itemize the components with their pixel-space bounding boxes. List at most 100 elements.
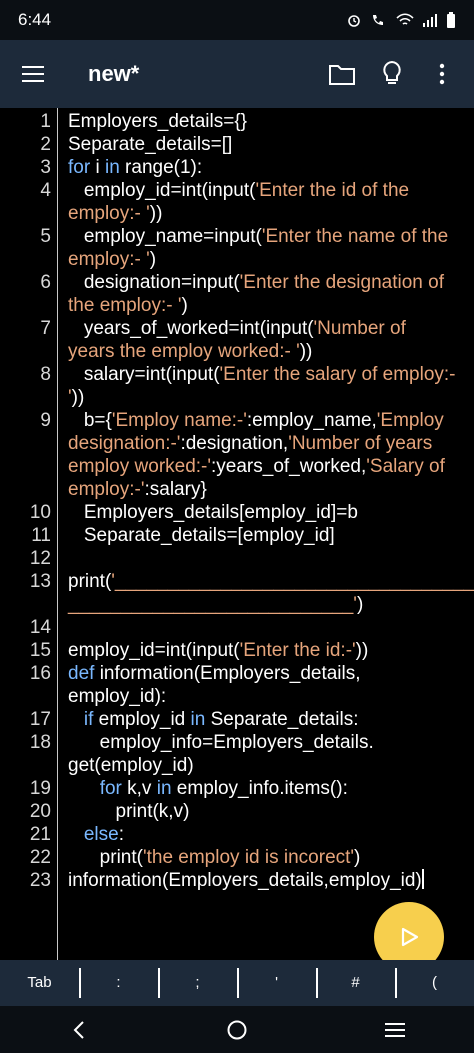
code-line[interactable]: def information(Employers_details, bbox=[68, 662, 470, 685]
battery-icon bbox=[447, 12, 455, 28]
code-line[interactable]: Separate_details=[employ_id] bbox=[68, 524, 470, 547]
home-icon[interactable] bbox=[217, 1010, 257, 1050]
code-string: 'Number of bbox=[313, 318, 406, 339]
code-text: Employers_details[employ_id]=b bbox=[68, 502, 358, 523]
wifi-call-icon bbox=[373, 15, 383, 25]
code-keyword: in bbox=[104, 157, 120, 178]
code-string: designation:-' bbox=[68, 433, 181, 454]
line-number: 3 bbox=[40, 157, 51, 178]
code-string: 'Employ bbox=[376, 410, 444, 431]
code-string: ___________________________' bbox=[68, 594, 357, 615]
code-string: 'Salary of bbox=[366, 456, 445, 477]
code-string: 'Enter the salary of employ:- bbox=[219, 364, 456, 385]
code-text: :years_of_worked, bbox=[211, 456, 367, 477]
back-icon[interactable] bbox=[59, 1010, 99, 1050]
line-number: 13 bbox=[29, 571, 51, 592]
code-text: employ_id=int(input( bbox=[68, 180, 256, 201]
status-icons bbox=[346, 11, 456, 29]
line-number: 16 bbox=[29, 663, 51, 684]
code-line[interactable]: employ worked:-':years_of_worked,'Salary… bbox=[68, 455, 470, 478]
code-line[interactable]: else: bbox=[68, 823, 470, 846]
code-line[interactable]: employ_id=int(input('Enter the id of the bbox=[68, 179, 470, 202]
line-number: 6 bbox=[40, 272, 51, 293]
code-line[interactable]: employ_id=int(input('Enter the id:-')) bbox=[68, 639, 470, 662]
code-text: employ_name=input( bbox=[68, 226, 262, 247]
lightbulb-icon[interactable] bbox=[374, 56, 410, 92]
code-line[interactable]: employ_name=input('Enter the name of the bbox=[68, 225, 470, 248]
code-line[interactable]: designation=input('Enter the designation… bbox=[68, 271, 470, 294]
folder-icon[interactable] bbox=[324, 56, 360, 92]
line-number: 1 bbox=[40, 111, 51, 132]
code-line[interactable]: employ:- ')) bbox=[68, 202, 470, 225]
code-string: employ:-' bbox=[68, 479, 145, 500]
code-text: Employers_details={} bbox=[68, 111, 248, 132]
code-string: employ:- ' bbox=[68, 249, 150, 270]
code-text: )) bbox=[71, 387, 85, 408]
hamburger-menu-icon[interactable] bbox=[14, 52, 58, 96]
code-line[interactable]: Employers_details={} bbox=[68, 110, 470, 133]
more-vertical-icon[interactable] bbox=[424, 56, 460, 92]
code-string: 'Enter the id of the bbox=[255, 180, 410, 201]
code-line[interactable]: print(k,v) bbox=[68, 800, 470, 823]
code-text: i bbox=[90, 157, 105, 178]
code-string: 'Employ name:-' bbox=[111, 410, 247, 431]
code-text: k,v bbox=[121, 778, 157, 799]
code-line[interactable]: employ_info=Employers_details. bbox=[68, 731, 470, 754]
code-text: salary=int(input( bbox=[68, 364, 220, 385]
code-line[interactable]: for i in range(1): bbox=[68, 156, 470, 179]
code-line[interactable]: b={'Employ name:-':employ_name,'Employ bbox=[68, 409, 470, 432]
line-number: 15 bbox=[29, 640, 51, 661]
line-number: 2 bbox=[40, 134, 51, 155]
key-tab[interactable]: Tab bbox=[0, 960, 79, 1006]
code-line[interactable]: employ_id): bbox=[68, 685, 470, 708]
recents-icon[interactable] bbox=[375, 1010, 415, 1050]
line-number: 10 bbox=[29, 502, 51, 523]
alarm-icon bbox=[348, 15, 360, 27]
line-number: 17 bbox=[29, 709, 51, 730]
code-text: Separate_details: bbox=[205, 709, 359, 730]
code-text: )) bbox=[149, 203, 163, 224]
code-string: 'Number of years bbox=[288, 433, 433, 454]
key-semicolon[interactable]: ; bbox=[158, 960, 237, 1006]
code-line[interactable]: designation:-':designation,'Number of ye… bbox=[68, 432, 470, 455]
code-text: employ_id=int(input( bbox=[68, 640, 240, 661]
code-text: Separate_details=[] bbox=[68, 134, 233, 155]
line-number: 8 bbox=[40, 364, 51, 385]
code-text: :designation, bbox=[180, 433, 289, 454]
code-string: 'Enter the designation of bbox=[239, 272, 444, 293]
code-line[interactable]: print('_________________________________… bbox=[68, 570, 474, 593]
code-line[interactable]: Employers_details[employ_id]=b bbox=[68, 501, 470, 524]
line-number: 7 bbox=[40, 318, 51, 339]
code-string: 'Enter the name of the bbox=[261, 226, 449, 247]
code-line[interactable]: employ:- ') bbox=[68, 248, 470, 271]
code-line[interactable]: employ:-':salary} bbox=[68, 478, 470, 501]
code-line[interactable]: years_of_worked=int(input('Number of bbox=[68, 317, 470, 340]
code-line[interactable]: get(employ_id) bbox=[68, 754, 470, 777]
key-quote[interactable]: ' bbox=[237, 960, 316, 1006]
code-text: employ_info=Employers_details. bbox=[68, 732, 374, 753]
key-hash[interactable]: # bbox=[316, 960, 395, 1006]
code-line[interactable]: ___________________________') bbox=[68, 593, 470, 616]
code-line[interactable]: Separate_details=[] bbox=[68, 133, 470, 156]
code-text: years_of_worked=int(input( bbox=[68, 318, 314, 339]
code-string: employ:- ' bbox=[68, 203, 150, 224]
code-text: designation=input( bbox=[68, 272, 240, 293]
code-line[interactable]: ')) bbox=[68, 386, 470, 409]
code-text: range(1): bbox=[119, 157, 203, 178]
signal-icon bbox=[423, 14, 437, 27]
code-line[interactable]: print('the employ id is incorect') bbox=[68, 846, 470, 869]
code-editor[interactable]: 1 2 3 4 5 6 7 8 9 10 11 12 13 14 15 16 17 18 19 20 21 22 23 Em… bbox=[0, 108, 474, 960]
code-text: )) bbox=[299, 341, 313, 362]
code-line[interactable]: the employ:- ') bbox=[68, 294, 470, 317]
code-line[interactable]: information(Employers_details,employ_id) bbox=[68, 869, 470, 892]
key-paren[interactable]: ( bbox=[395, 960, 474, 1006]
code-line[interactable]: years the employ worked:- ')) bbox=[68, 340, 470, 363]
code-line[interactable]: if employ_id in Separate_details: bbox=[68, 708, 470, 731]
key-colon[interactable]: : bbox=[79, 960, 158, 1006]
line-number: 18 bbox=[29, 732, 51, 753]
code-line[interactable]: salary=int(input('Enter the salary of em… bbox=[68, 363, 470, 386]
code-keyword: def bbox=[68, 663, 95, 684]
code-line[interactable]: for k,v in employ_info.items(): bbox=[68, 777, 470, 800]
